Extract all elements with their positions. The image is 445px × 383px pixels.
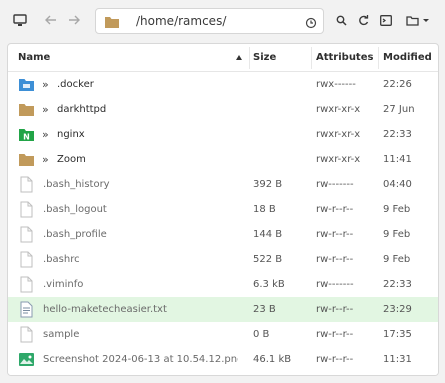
file-attributes: rwxr-xr-x bbox=[316, 154, 361, 165]
list-bottom bbox=[8, 367, 438, 375]
file-size: 392 B bbox=[253, 179, 283, 190]
column-modified-header[interactable]: Modified bbox=[383, 44, 432, 72]
file-modified: 22:33 bbox=[383, 129, 412, 140]
toolbar: /home/ramces/ bbox=[0, 0, 445, 40]
file-attributes: rw-r--r-- bbox=[316, 329, 354, 340]
table-row[interactable]: » .docker rwx------ 22:26 bbox=[8, 72, 438, 97]
terminal-icon[interactable] bbox=[375, 9, 397, 31]
file-attributes: rw-r--r-- bbox=[316, 204, 354, 215]
file-attributes: rw------- bbox=[316, 179, 354, 190]
history-icon[interactable] bbox=[305, 14, 317, 33]
file-modified: 9 Feb bbox=[383, 254, 411, 265]
back-arrow-icon[interactable] bbox=[40, 9, 62, 31]
file-name: .bash_logout bbox=[43, 204, 107, 215]
column-header: Name Size Attributes Modified bbox=[8, 44, 438, 72]
file-size bbox=[253, 122, 313, 147]
file-size: 522 B bbox=[253, 254, 283, 265]
file-icon bbox=[18, 226, 35, 243]
table-row[interactable]: N » nginx rwxr-xr-x 22:33 bbox=[8, 122, 438, 147]
docker-folder-icon bbox=[18, 76, 35, 93]
file-size: 6.3 kB bbox=[253, 279, 285, 290]
expand-folder-icon[interactable]: » bbox=[42, 147, 49, 172]
text-file-icon bbox=[18, 301, 35, 318]
file-size: 18 B bbox=[253, 204, 276, 215]
file-icon bbox=[18, 251, 35, 268]
svg-text:N: N bbox=[23, 133, 30, 142]
column-separator[interactable] bbox=[311, 47, 312, 69]
folder-icon bbox=[18, 101, 35, 118]
file-size: 23 B bbox=[253, 304, 276, 315]
folder-icon bbox=[18, 151, 35, 168]
search-icon[interactable] bbox=[330, 9, 352, 31]
file-name: Zoom bbox=[57, 154, 86, 165]
file-name: .bashrc bbox=[43, 254, 80, 265]
computer-icon[interactable] bbox=[9, 9, 31, 31]
table-row[interactable]: .bash_logout 18 B rw-r--r-- 9 Feb bbox=[8, 197, 438, 222]
file-name: hello-maketecheasier.txt bbox=[43, 304, 167, 315]
file-attributes: rw-r--r-- bbox=[316, 304, 354, 315]
file-size bbox=[253, 147, 313, 172]
file-attributes: rwxr-xr-x bbox=[316, 104, 361, 115]
file-icon bbox=[18, 326, 35, 343]
nginx-folder-icon: N bbox=[18, 126, 35, 143]
file-icon bbox=[18, 276, 35, 293]
file-list: » .docker rwx------ 22:26 » darkhttpd rwxr-xr-… bbox=[8, 72, 438, 372]
forward-arrow-icon[interactable] bbox=[63, 9, 85, 31]
table-row[interactable]: sample 0 B rw-r--r-- 17:35 bbox=[8, 322, 438, 347]
table-row[interactable]: .bash_history 392 B rw------- 04:40 bbox=[8, 172, 438, 197]
table-row[interactable]: hello-maketecheasier.txt 23 B rw-r--r-- 23:… bbox=[8, 297, 438, 322]
file-icon bbox=[18, 176, 35, 193]
file-size: 144 B bbox=[253, 229, 283, 240]
file-name: darkhttpd bbox=[57, 104, 107, 115]
file-attributes: rwxr-xr-x bbox=[316, 129, 361, 140]
table-row[interactable]: .viminfo 6.3 kB rw------- 22:33 bbox=[8, 272, 438, 297]
reload-icon[interactable] bbox=[352, 9, 374, 31]
file-size bbox=[253, 97, 313, 122]
image-file-icon bbox=[18, 351, 35, 368]
file-name: sample bbox=[43, 329, 80, 340]
table-row[interactable]: » Zoom rwxr-xr-x 11:41 bbox=[8, 147, 438, 172]
file-attributes: rw------- bbox=[316, 279, 354, 290]
file-icon bbox=[18, 201, 35, 218]
file-name: .bash_profile bbox=[43, 229, 107, 240]
file-modified: 9 Feb bbox=[383, 229, 411, 240]
sort-ascending-icon bbox=[236, 55, 242, 60]
file-size bbox=[253, 72, 313, 97]
column-size-header[interactable]: Size bbox=[253, 44, 276, 72]
table-row[interactable]: .bash_profile 144 B rw-r--r-- 9 Feb bbox=[8, 222, 438, 247]
folder-icon bbox=[104, 14, 120, 33]
path-text[interactable]: /home/ramces/ bbox=[136, 14, 226, 28]
expand-folder-icon[interactable]: » bbox=[42, 97, 49, 122]
file-attributes: rw-r--r-- bbox=[316, 254, 354, 265]
file-size: 0 B bbox=[253, 329, 270, 340]
column-name-header[interactable]: Name bbox=[18, 44, 50, 72]
file-name: .viminfo bbox=[43, 279, 84, 290]
file-modified: 23:29 bbox=[383, 304, 412, 315]
file-modified: 27 Jun bbox=[383, 104, 415, 115]
file-attributes: rw-r--r-- bbox=[316, 229, 354, 240]
file-name: .bash_history bbox=[43, 179, 110, 190]
file-modified: 04:40 bbox=[383, 179, 412, 190]
column-separator[interactable] bbox=[249, 47, 250, 69]
file-name: nginx bbox=[57, 129, 85, 140]
table-row[interactable]: » darkhttpd rwxr-xr-x 27 Jun bbox=[8, 97, 438, 122]
table-row[interactable]: .bashrc 522 B rw-r--r-- 9 Feb bbox=[8, 247, 438, 272]
column-attributes-header[interactable]: Attributes bbox=[316, 44, 373, 72]
column-separator[interactable] bbox=[378, 47, 379, 69]
file-modified: 22:26 bbox=[383, 79, 412, 90]
file-modified: 11:41 bbox=[383, 154, 412, 165]
location-bar[interactable]: /home/ramces/ bbox=[95, 8, 324, 34]
expand-folder-icon[interactable]: » bbox=[42, 122, 49, 147]
new-folder-menu[interactable] bbox=[402, 9, 434, 31]
file-attributes: rwx------ bbox=[316, 79, 356, 90]
file-modified: 22:33 bbox=[383, 279, 412, 290]
file-list-panel: Name Size Attributes Modified » .docker rw… bbox=[7, 43, 439, 376]
file-modified: 17:35 bbox=[383, 329, 412, 340]
file-name: .docker bbox=[57, 79, 94, 90]
expand-folder-icon[interactable]: » bbox=[42, 72, 49, 97]
file-modified: 9 Feb bbox=[383, 204, 411, 215]
